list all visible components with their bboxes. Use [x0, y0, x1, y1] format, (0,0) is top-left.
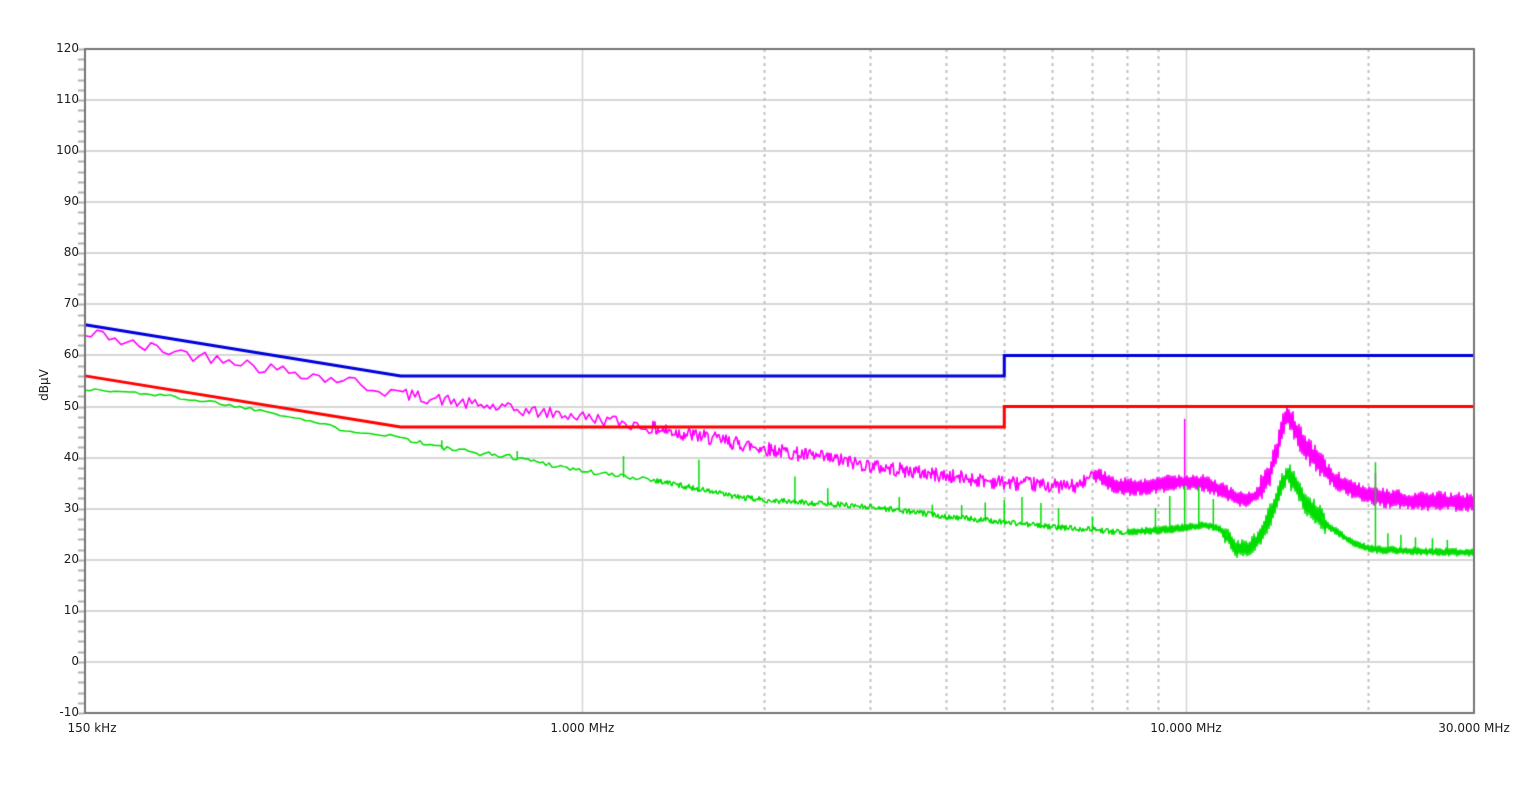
y-axis-tick-label: 90 [63, 194, 79, 209]
y-axis-tick-label: 0 [71, 653, 79, 668]
emissions-spectrum-plot [0, 0, 1524, 787]
y-axis-tick-label: 20 [63, 551, 79, 566]
y-axis-tick-label: 100 [56, 143, 79, 158]
x-axis-tick-label: 1.000 MHz [550, 721, 615, 735]
y-axis-tick-label: 40 [63, 449, 79, 464]
y-axis-tick-label: 80 [63, 245, 79, 260]
x-axis-tick-label: 30.000 MHz [1438, 721, 1510, 735]
y-axis-tick-label: 120 [56, 41, 79, 55]
y-axis-tick-label: -10 [59, 705, 79, 719]
x-axis-tick-label: 10.000 MHz [1150, 721, 1222, 735]
y-axis-tick-label: 60 [63, 347, 79, 362]
x-axis-tick-label: 150 kHz [67, 721, 117, 735]
emc-measurement-window: dBµV 120 110 100 90 80 70 60 50 40 30 20 10 0 -10 150… [0, 0, 1524, 787]
y-axis-tick-label: 70 [63, 296, 79, 311]
y-axis-unit-label: dBµV [37, 369, 51, 401]
y-axis-tick-label: 30 [63, 500, 79, 515]
y-axis-tick-label: 110 [56, 92, 79, 107]
y-axis-tick-label: 50 [63, 398, 79, 413]
y-axis-tick-label: 10 [63, 602, 79, 617]
